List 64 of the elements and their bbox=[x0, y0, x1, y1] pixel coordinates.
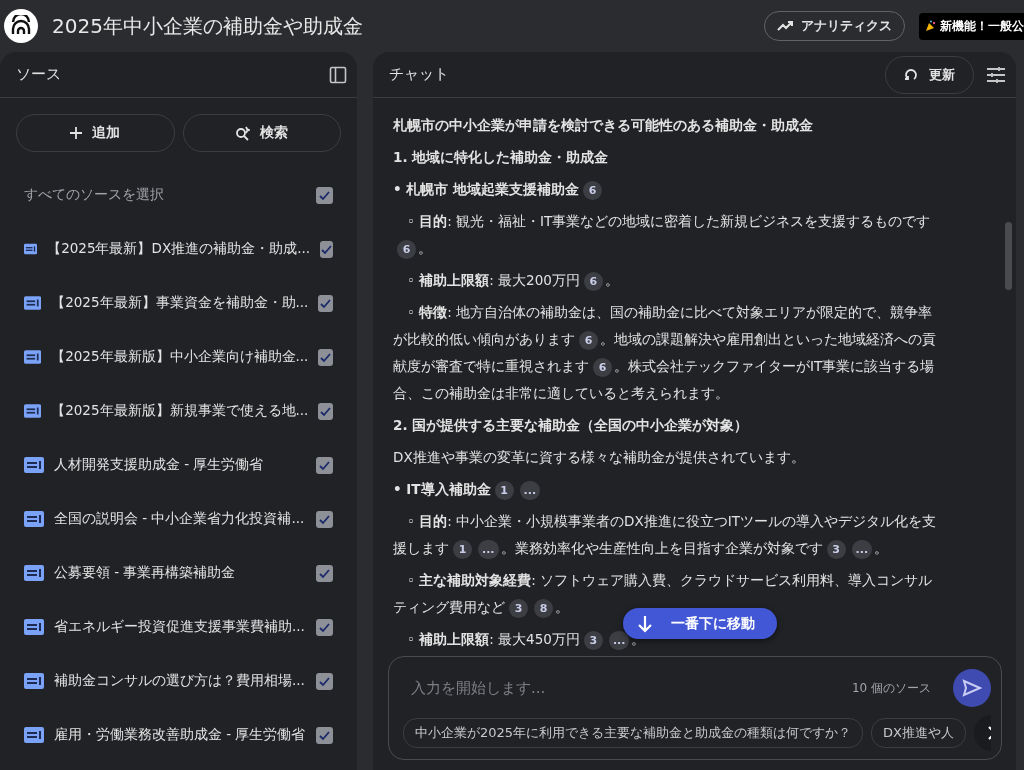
chat-paragraph: ◦ 目的: 観光・福祉・IT事業などの地域に密着した新規ビジネスを支援するものです 6 。 bbox=[393, 208, 945, 262]
article-icon bbox=[24, 619, 44, 635]
announcement-text: 新機能！一般公 bbox=[940, 17, 1024, 35]
checkbox[interactable] bbox=[318, 348, 333, 366]
checkbox[interactable] bbox=[316, 618, 333, 636]
chat-input-field[interactable]: 入力を開始します... bbox=[403, 675, 842, 701]
suggestion-chip[interactable]: 中小企業が2025年に利用できる主要な補助金と助成金の種類は何ですか？ bbox=[403, 718, 864, 748]
chat-paragraph: ◦ 目的: 中小企業・小規模事業者のDX推進に役立つITツールの導入やデジタル化を支援します 1 ... 。業務効率化や生産性向上を目指す企業が対象です 3 ... 。 bbox=[393, 508, 945, 562]
panel-title: チャット bbox=[389, 65, 449, 84]
party-popper-icon bbox=[925, 20, 937, 32]
article-icon bbox=[24, 403, 42, 419]
scrollbar[interactable] bbox=[1005, 222, 1012, 290]
plus-icon bbox=[70, 127, 83, 139]
suggestion-chip[interactable]: DX推進や人 bbox=[871, 718, 966, 748]
checkbox[interactable] bbox=[320, 240, 333, 258]
checkbox[interactable] bbox=[316, 456, 333, 474]
checkbox[interactable] bbox=[316, 510, 333, 528]
trend-icon bbox=[777, 20, 795, 32]
checkbox[interactable] bbox=[316, 672, 333, 690]
chat-paragraph: • IT導入補助金 1 ... bbox=[393, 476, 945, 503]
chat-paragraph: ◦ 特徴: 地方自治体の補助金は、国の補助金に比べて対象エリアが限定的で、競争率が比較的低い傾向があります 6 。地域の課題解決や雇用創出といった地域経済への貢献度が審査で特に重視されます 6 。株式会社テックファイターがIT事業に該当する場合、この補助金は非常に適していると考えられます。 bbox=[393, 303, 937, 403]
source-count: 10 個のソース bbox=[851, 679, 931, 697]
select-all-label: すべてのソースを選択 bbox=[24, 186, 165, 204]
checkbox[interactable] bbox=[316, 564, 333, 582]
send-button[interactable] bbox=[953, 669, 991, 707]
article-icon bbox=[24, 727, 44, 743]
search-icon bbox=[235, 125, 251, 141]
article-icon bbox=[24, 673, 44, 689]
article-icon bbox=[24, 511, 44, 527]
logo-icon[interactable] bbox=[4, 9, 38, 43]
checkbox[interactable] bbox=[318, 294, 333, 312]
source-title[interactable]: 全国の説明会 - 中小企業省力化投資補... bbox=[54, 510, 306, 528]
source-title[interactable]: 【2025年最新版】中小企業向け補助金... bbox=[51, 348, 309, 366]
article-icon bbox=[24, 457, 44, 473]
article-icon bbox=[24, 241, 38, 257]
chat-paragraph: • 札幌市 地域起業支援補助金 6 bbox=[393, 176, 945, 203]
chat-paragraph: ◦ 補助上限額: 最大200万円 6 。 bbox=[393, 267, 945, 294]
source-title[interactable]: 雇用・労働業務改善助成金 - 厚生労働省 bbox=[54, 726, 306, 744]
send-icon bbox=[962, 679, 982, 697]
article-icon bbox=[24, 349, 42, 365]
chat-paragraph: 札幌市の中小企業が申請を検討できる可能性のある補助金・助成金 bbox=[393, 116, 814, 135]
source-title[interactable]: 人材開発支援助成金 - 厚生労働省 bbox=[54, 456, 306, 474]
arrow-down-icon bbox=[637, 614, 653, 633]
source-title[interactable]: 【2025年最新】事業資金を補助金・助... bbox=[51, 294, 309, 312]
panel-title: ソース bbox=[16, 65, 61, 84]
panel-toggle-icon[interactable] bbox=[329, 65, 347, 84]
checkbox[interactable] bbox=[316, 726, 333, 744]
chat-paragraph: 2. 国が提供する主要な補助金（全国の中小企業が対象） bbox=[393, 416, 750, 435]
notebook-title: 2025年中小企業の補助金や助成金 bbox=[52, 12, 364, 40]
refresh-icon bbox=[904, 67, 919, 82]
settings-icon[interactable] bbox=[986, 65, 1006, 84]
source-title[interactable]: 公募要領 - 事業再構築補助金 bbox=[54, 564, 306, 582]
source-title[interactable]: 【2025年最新】DX推進の補助金・助成... bbox=[47, 240, 310, 258]
chat-paragraph: DX推進や事業の変革に資する様々な補助金が提供されています。 bbox=[393, 448, 806, 467]
checkbox[interactable] bbox=[318, 402, 333, 420]
wave-logo-icon bbox=[10, 15, 32, 37]
checkbox[interactable] bbox=[316, 186, 333, 204]
article-icon bbox=[24, 295, 42, 311]
source-title[interactable]: 省エネルギー投資促進支援事業費補助... bbox=[54, 618, 306, 636]
source-title[interactable]: 【2025年最新版】新規事業で使える地... bbox=[51, 402, 309, 420]
announcement-banner[interactable]: 新機能！一般公 bbox=[919, 12, 1024, 40]
source-title[interactable]: 補助金コンサルの選び方は？費用相場... bbox=[54, 672, 306, 690]
article-icon bbox=[24, 565, 44, 581]
chat-paragraph: 1. 地域に特化した補助金・助成金 bbox=[393, 148, 610, 167]
